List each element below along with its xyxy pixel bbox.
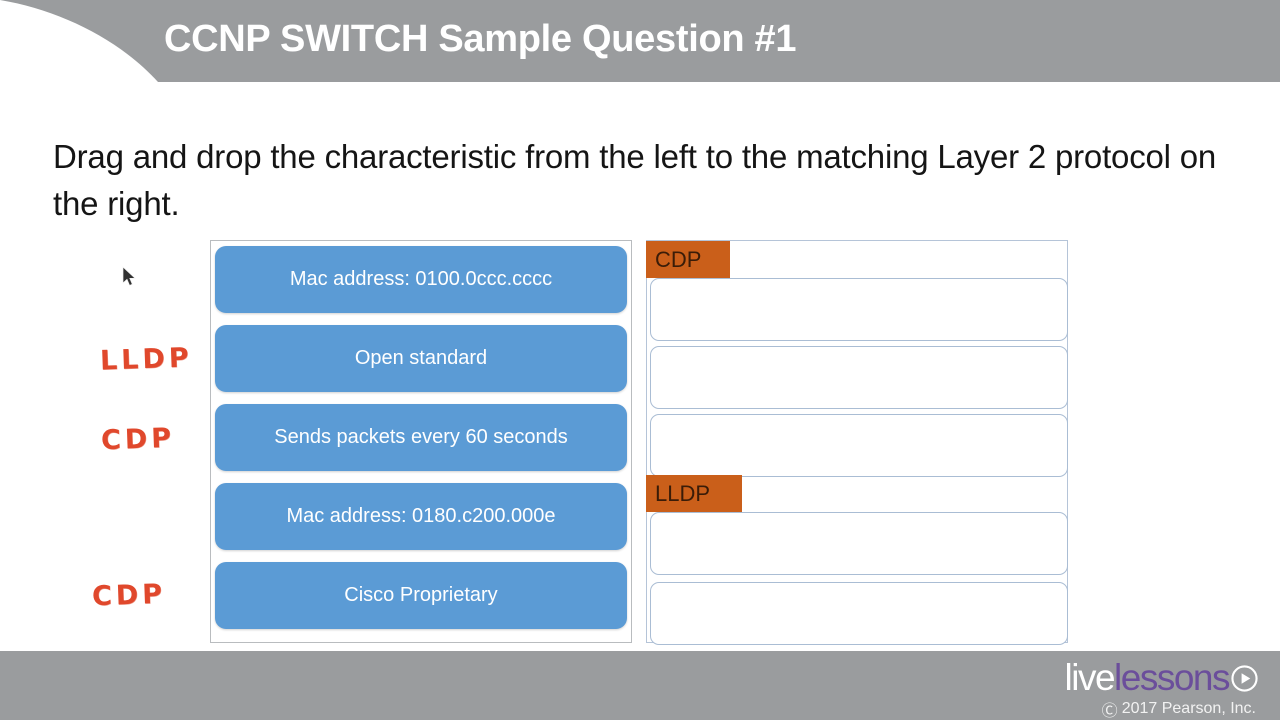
ink-annotation: CDP <box>91 578 167 613</box>
group-tab-lldp: LLDP <box>646 475 742 512</box>
copyright-symbol-icon: Ⓒ <box>1101 703 1118 720</box>
group-tab-label: LLDP <box>655 480 711 506</box>
group-tab-label: CDP <box>655 246 702 272</box>
livelessons-logo: live lessons <box>1065 657 1258 699</box>
drop-slot[interactable] <box>650 278 1068 341</box>
ink-annotation: CDP <box>100 422 176 457</box>
drag-item[interactable]: Mac address: 0100.0ccc.cccc <box>215 246 627 313</box>
drag-item-label: Open standard <box>354 347 488 369</box>
drop-slot[interactable] <box>650 582 1068 645</box>
brand-lessons-text: lessons <box>1114 657 1230 698</box>
ink-annotation: LLDP <box>99 342 194 377</box>
header-bar: CCNP SWITCH Sample Question #1 <box>0 0 1280 82</box>
page-title: CCNP SWITCH Sample Question #1 <box>164 18 797 60</box>
drag-item-label: Cisco Proprietary <box>344 584 498 606</box>
drag-item[interactable]: Mac address: 0180.c200.000e <box>215 483 627 550</box>
drag-item[interactable]: Cisco Proprietary <box>215 562 627 629</box>
drop-slot[interactable] <box>650 346 1068 409</box>
drag-item[interactable]: Open standard <box>215 325 627 392</box>
mouse-cursor-icon <box>122 266 136 286</box>
drag-item-label: Mac address: 0180.c200.000e <box>286 505 556 527</box>
drop-slot[interactable] <box>650 414 1068 477</box>
source-items-panel: Mac address: 0100.0ccc.cccc Open standar… <box>210 240 632 643</box>
group-tab-cdp: CDP <box>646 241 730 278</box>
brand-live-text: live <box>1064 657 1116 698</box>
drag-item-label: Sends packets every 60 seconds <box>274 426 568 448</box>
copyright-notice: Ⓒ 2017 Pearson, Inc. <box>1102 697 1256 721</box>
question-prompt: Drag and drop the characteristic from th… <box>53 138 1217 222</box>
drag-item-label: Mac address: 0100.0ccc.cccc <box>289 268 553 290</box>
copyright-text: 2017 Pearson, Inc. <box>1121 700 1256 717</box>
drag-item[interactable]: Sends packets every 60 seconds <box>215 404 627 471</box>
play-circle-icon <box>1231 664 1258 692</box>
drop-slot[interactable] <box>650 512 1068 575</box>
